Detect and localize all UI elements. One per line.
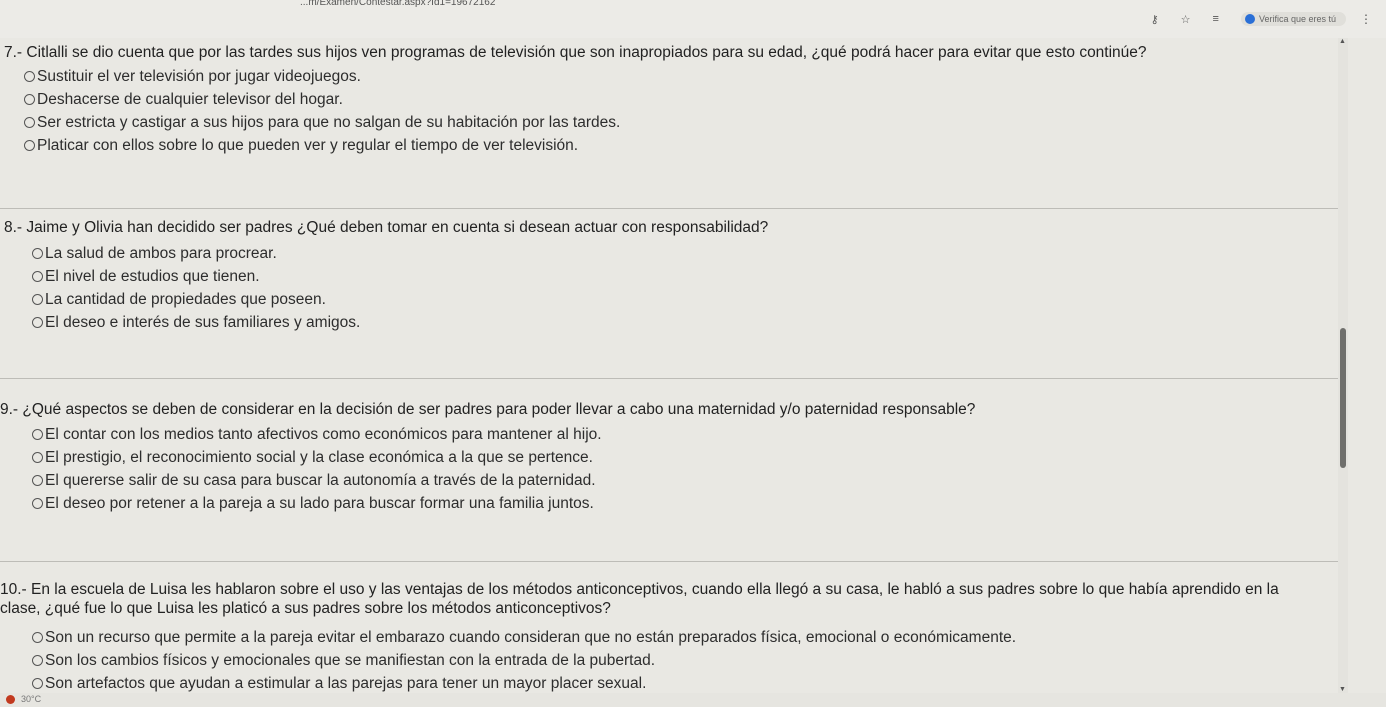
answer-option[interactable]: Sustituir el ver televisión por jugar vi… — [24, 65, 1340, 88]
page-scrollbar[interactable]: ▲ ▼ — [1338, 38, 1348, 693]
star-icon[interactable]: ☆ — [1181, 13, 1191, 26]
radio-icon[interactable] — [32, 475, 43, 486]
scroll-down-icon[interactable]: ▼ — [1339, 686, 1346, 693]
answer-option[interactable]: Son los cambios físicos y emocionales qu… — [32, 649, 1340, 672]
question-9: 9.- ¿Qué aspectos se deben de considerar… — [0, 400, 1340, 515]
question-8: 8.- Jaime y Olivia han decidido ser padr… — [0, 218, 1340, 334]
radio-icon[interactable] — [32, 678, 43, 689]
browser-topbar: ...m/Examen/Contestar.aspx?Id1=19672162 … — [0, 0, 1386, 38]
weather-icon — [6, 694, 15, 704]
question-text: 10.- En la escuela de Luisa les hablaron… — [0, 581, 1279, 617]
answer-option[interactable]: Platicar con ellos sobre lo que pueden v… — [24, 134, 1340, 157]
temperature: 30°C — [21, 694, 42, 704]
radio-icon[interactable] — [32, 498, 43, 509]
question-text: 7.- Citlalli se dio cuenta que por las t… — [4, 44, 1147, 61]
answer-option[interactable]: La salud de ambos para procrear. — [32, 242, 1340, 265]
verify-label: Verifica que eres tú — [1258, 14, 1336, 24]
divider — [0, 561, 1340, 562]
key-icon[interactable]: ⚷ — [1151, 13, 1159, 26]
radio-icon[interactable] — [32, 452, 43, 463]
radio-icon[interactable] — [24, 140, 35, 151]
question-7: 7.- Citlalli se dio cuenta que por las t… — [0, 43, 1340, 157]
verify-icon — [1244, 14, 1255, 24]
answer-option[interactable]: Ser estricta y castigar a sus hijos para… — [24, 111, 1340, 134]
radio-icon[interactable] — [32, 429, 43, 440]
answer-option[interactable]: El nivel de estudios que tienen. — [32, 265, 1340, 288]
radio-icon[interactable] — [32, 317, 43, 328]
radio-icon[interactable] — [32, 294, 43, 305]
taskbar: 30°C — [0, 693, 1386, 707]
question-text: 8.- Jaime y Olivia han decidido ser padr… — [4, 219, 769, 236]
radio-icon[interactable] — [32, 271, 43, 282]
scroll-up-icon[interactable]: ▲ — [1339, 38, 1346, 45]
scrollbar-thumb[interactable] — [1340, 328, 1346, 468]
reading-list-icon[interactable]: ≡ — [1213, 13, 1219, 25]
weather-widget[interactable]: 30°C — [6, 694, 41, 704]
answer-option[interactable]: Deshacerse de cualquier televisor del ho… — [24, 88, 1340, 111]
address-bar-url[interactable]: ...m/Examen/Contestar.aspx?Id1=19672162 — [300, 0, 495, 8]
answer-option[interactable]: El deseo e interés de sus familiares y a… — [32, 311, 1340, 334]
answer-option[interactable]: Son un recurso que permite a la pareja e… — [32, 626, 1340, 649]
radio-icon[interactable] — [32, 248, 43, 259]
divider — [0, 208, 1340, 209]
answer-option[interactable]: El quererse salir de su casa para buscar… — [32, 469, 1340, 492]
divider — [0, 378, 1340, 379]
browser-toolbar-icons: ⚷ ☆ ≡ Verifica que eres tú — [1151, 12, 1346, 26]
verify-button[interactable]: Verifica que eres tú — [1240, 12, 1346, 26]
radio-icon[interactable] — [24, 71, 35, 82]
menu-kebab-icon[interactable]: ⋮ — [1360, 12, 1372, 26]
radio-icon[interactable] — [32, 632, 43, 643]
answer-option[interactable]: La cantidad de propiedades que poseen. — [32, 288, 1340, 311]
answer-option[interactable]: El prestigio, el reconocimiento social y… — [32, 446, 1340, 469]
question-text: 9.- ¿Qué aspectos se deben de considerar… — [0, 401, 976, 418]
question-10: 10.- En la escuela de Luisa les hablaron… — [0, 580, 1340, 695]
radio-icon[interactable] — [32, 655, 43, 666]
answer-option[interactable]: El deseo por retener a la pareja a su la… — [32, 492, 1340, 515]
answer-option[interactable]: Son artefactos que ayudan a estimular a … — [32, 672, 1340, 695]
answer-option[interactable]: El contar con los medios tanto afectivos… — [32, 423, 1340, 446]
radio-icon[interactable] — [24, 117, 35, 128]
radio-icon[interactable] — [24, 94, 35, 105]
